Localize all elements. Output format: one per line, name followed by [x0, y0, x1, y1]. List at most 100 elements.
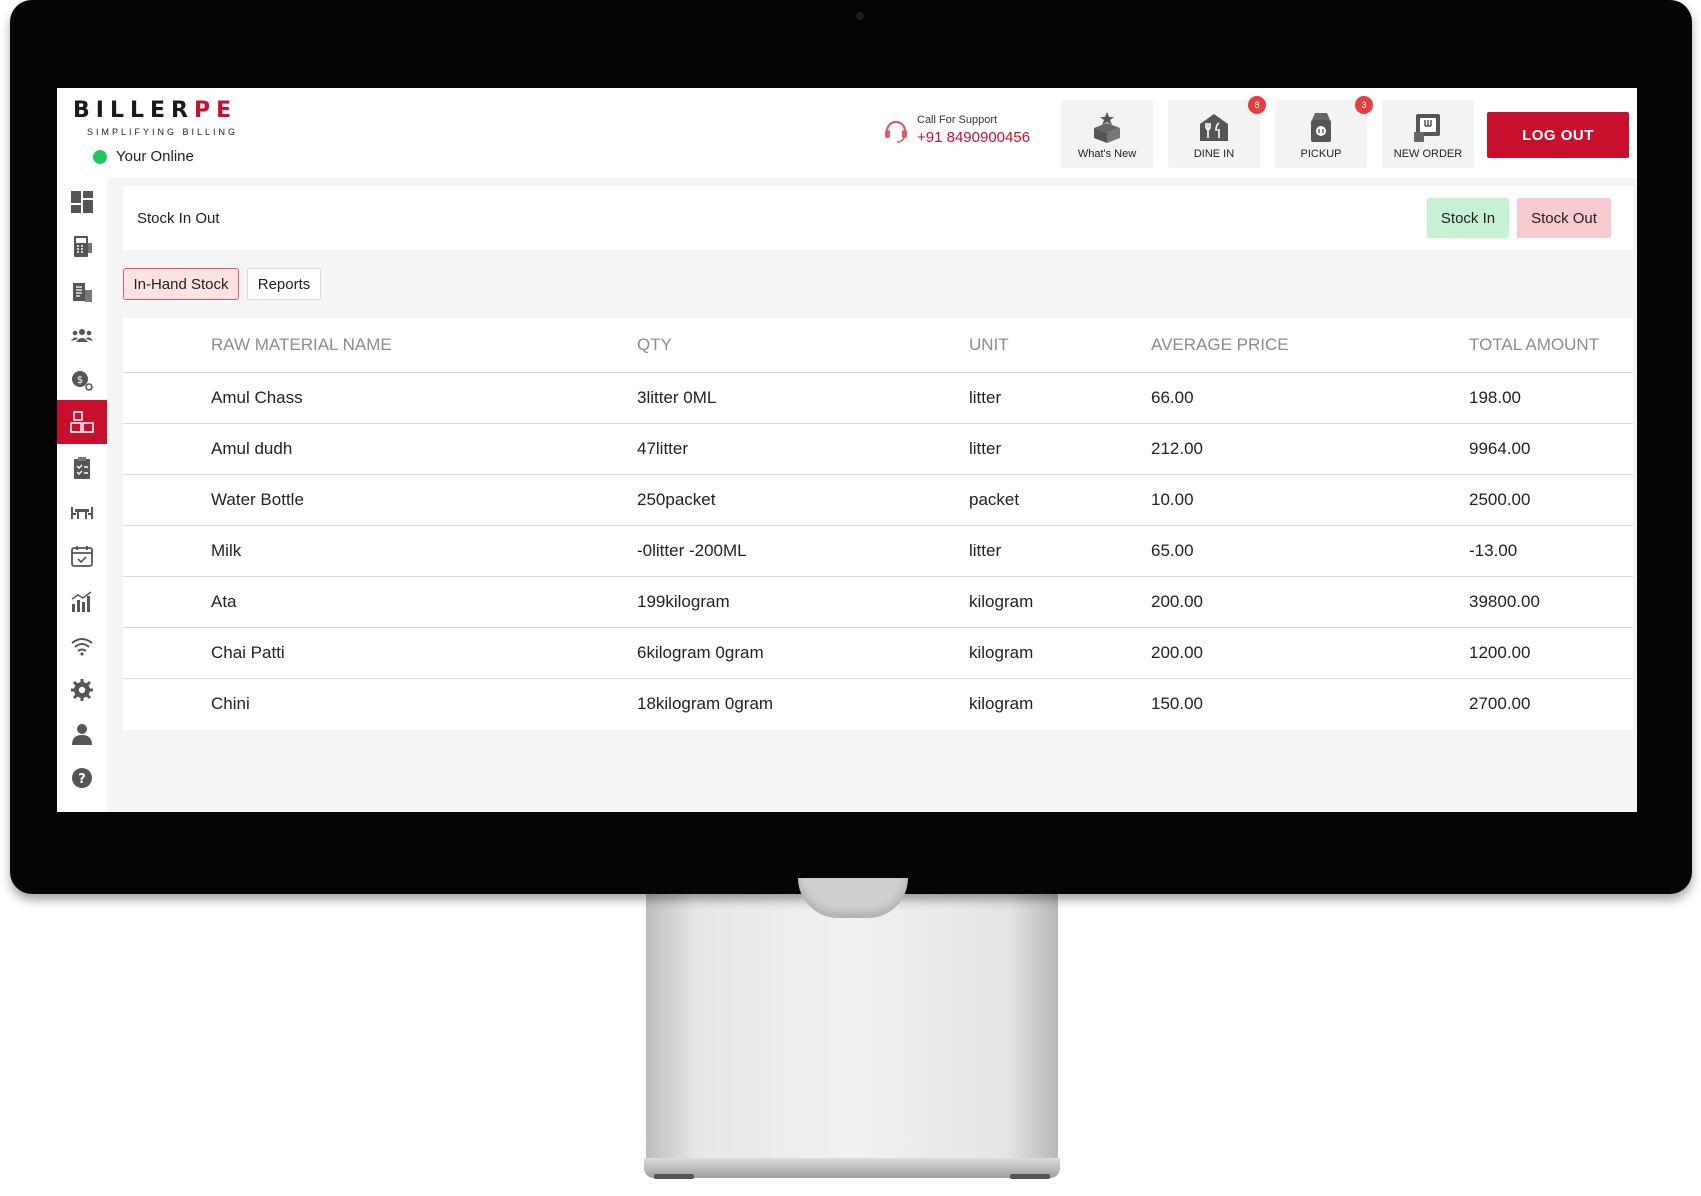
- cell-name: Water Bottle: [123, 474, 637, 526]
- stock-table-container: RAW MATERIAL NAME QTY UNIT AVERAGE PRICE…: [123, 318, 1633, 730]
- support-contact[interactable]: Call For Support +91 8490900456: [883, 114, 1030, 146]
- svg-text:?: ?: [78, 772, 86, 787]
- billing-icon: [73, 283, 92, 302]
- app-header: BILLERPE SIMPLIFYING BILLING Your Online…: [57, 88, 1637, 178]
- clipboard-icon: [74, 457, 90, 479]
- cell-total-amount: 198.00: [1469, 372, 1633, 424]
- dine-in-label: DINE IN: [1193, 148, 1235, 160]
- inventory-icon: [70, 411, 94, 433]
- sidebar-item-tables[interactable]: [57, 490, 107, 534]
- sidebar-item-dashboard[interactable]: [57, 180, 107, 224]
- support-phone[interactable]: +91 8490900456: [917, 129, 1030, 146]
- monitor-foot-left: [654, 1174, 694, 1179]
- cell-name: Amul Chass: [123, 372, 637, 424]
- sidebar-item-customers[interactable]: [57, 314, 107, 358]
- whats-new-button[interactable]: What's New: [1061, 100, 1153, 168]
- dine-in-button[interactable]: DINE IN 8: [1168, 96, 1266, 168]
- cell-name: Ata: [123, 576, 637, 628]
- table-row[interactable]: Chai Patti 6kilogram 0gram kilogram 200.…: [123, 627, 1633, 679]
- column-header-qty[interactable]: QTY: [637, 318, 969, 373]
- stock-table: RAW MATERIAL NAME QTY UNIT AVERAGE PRICE…: [123, 318, 1633, 729]
- new-order-label: NEW ORDER: [1393, 148, 1463, 160]
- pos-terminal-icon: [74, 236, 92, 257]
- pickup-button[interactable]: PICKUP 3: [1275, 96, 1373, 168]
- app-screen: BILLERPE SIMPLIFYING BILLING Your Online…: [57, 88, 1637, 812]
- online-label: Your Online: [116, 148, 194, 165]
- cell-average-price: 10.00: [1151, 474, 1469, 526]
- table-row[interactable]: Amul Chass 3litter 0ML litter 66.00 198.…: [123, 372, 1633, 424]
- logo-wordmark: BILLERPE: [73, 98, 238, 123]
- sidebar-item-help[interactable]: ?: [57, 756, 107, 800]
- cell-qty: 250packet: [637, 474, 969, 526]
- cell-qty: 199kilogram: [637, 576, 969, 628]
- logout-button[interactable]: LOG OUT: [1487, 112, 1629, 158]
- whats-new-label: What's New: [1077, 148, 1137, 160]
- sidebar-item-expense[interactable]: $: [57, 358, 107, 402]
- sidebar-item-profile[interactable]: [57, 712, 107, 756]
- table-row[interactable]: Milk -0litter -200ML litter 65.00 -13.00: [123, 525, 1633, 577]
- cell-average-price: 200.00: [1151, 627, 1469, 679]
- stock-in-button[interactable]: Stock In: [1427, 198, 1509, 238]
- column-header-unit[interactable]: UNIT: [969, 318, 1151, 373]
- cell-qty: 18kilogram 0gram: [637, 693, 774, 713]
- cell-unit: litter: [969, 372, 1151, 424]
- table-row[interactable]: Ata 199kilogram kilogram 200.00 39800.00: [123, 576, 1633, 628]
- sidebar: $ ?: [57, 178, 107, 812]
- column-header-total-amount[interactable]: TOTAL AMOUNT: [1469, 318, 1633, 373]
- cell-name: Amul dudh: [123, 423, 637, 475]
- takeaway-bag-icon: [1311, 113, 1331, 142]
- monitor-stand-base: [644, 1158, 1060, 1178]
- sidebar-item-pos[interactable]: [57, 225, 107, 269]
- sidebar-item-inventory[interactable]: [57, 400, 107, 444]
- sidebar-item-billing[interactable]: [57, 270, 107, 314]
- cell-unit: kilogram: [969, 576, 1151, 628]
- cell-qty: -0litter -200ML: [637, 525, 969, 577]
- monitor-camera: [856, 12, 864, 20]
- monitor-foot-right: [1010, 1174, 1050, 1179]
- online-dot-icon: [93, 149, 107, 164]
- cell-average-price: 66.00: [1151, 372, 1469, 424]
- tab-in-hand-stock[interactable]: In-Hand Stock: [123, 268, 239, 300]
- cell-name: Milk: [123, 525, 637, 577]
- cell-total-amount: 2500.00: [1469, 474, 1633, 526]
- dashboard-icon: [71, 191, 93, 213]
- cell-qty: 3litter 0ML: [637, 372, 969, 424]
- svg-text:$: $: [77, 375, 83, 386]
- headset-icon: [885, 120, 907, 143]
- sidebar-item-calendar[interactable]: [57, 534, 107, 578]
- column-header-average-price[interactable]: AVERAGE PRICE: [1151, 318, 1469, 373]
- sidebar-item-tasks[interactable]: [57, 446, 107, 490]
- expense-icon: $: [72, 371, 93, 391]
- sidebar-item-network[interactable]: [57, 624, 107, 668]
- brand-logo[interactable]: BILLERPE SIMPLIFYING BILLING: [73, 98, 238, 137]
- customers-icon: [71, 329, 93, 342]
- reports-icon: [71, 591, 92, 612]
- cell-total-amount: 1200.00: [1469, 627, 1633, 679]
- column-header-name[interactable]: RAW MATERIAL NAME: [123, 318, 637, 373]
- table-row[interactable]: Amul dudh 47litter litter 212.00 9964.00: [123, 423, 1633, 475]
- cell-total-amount: 9964.00: [1469, 423, 1633, 475]
- pickup-badge: 3: [1355, 96, 1373, 114]
- sidebar-item-reports[interactable]: [57, 580, 107, 624]
- cell-unit: kilogram: [969, 627, 1151, 679]
- tab-reports[interactable]: Reports: [247, 268, 321, 300]
- new-order-button[interactable]: NEW ORDER: [1382, 100, 1474, 168]
- cell-name: Chai Patti: [123, 627, 637, 679]
- settings-icon: [71, 679, 93, 701]
- cell-unit: litter: [969, 525, 1151, 577]
- cell-qty: 47litter: [637, 423, 969, 475]
- cell-average-price: 65.00: [1151, 525, 1469, 577]
- stock-out-button[interactable]: Stock Out: [1517, 198, 1611, 238]
- table-icon: [71, 507, 93, 519]
- cell-average-price: 150.00: [1151, 693, 1203, 713]
- support-label: Call For Support: [917, 114, 998, 126]
- table-row[interactable]: Chini 18kilogram 0gram kilogram 150.00 2…: [123, 678, 1633, 729]
- table-row[interactable]: Water Bottle 250packet packet 10.00 2500…: [123, 474, 1633, 526]
- gift-box-icon: [1094, 112, 1120, 143]
- page-title: Stock In Out: [137, 210, 220, 227]
- cell-average-price: 212.00: [1151, 423, 1469, 475]
- cell-total-amount: 2700.00: [1469, 693, 1531, 713]
- logo-tagline: SIMPLIFYING BILLING: [87, 127, 239, 137]
- sidebar-item-settings[interactable]: [57, 668, 107, 712]
- cell-average-price: 200.00: [1151, 576, 1469, 628]
